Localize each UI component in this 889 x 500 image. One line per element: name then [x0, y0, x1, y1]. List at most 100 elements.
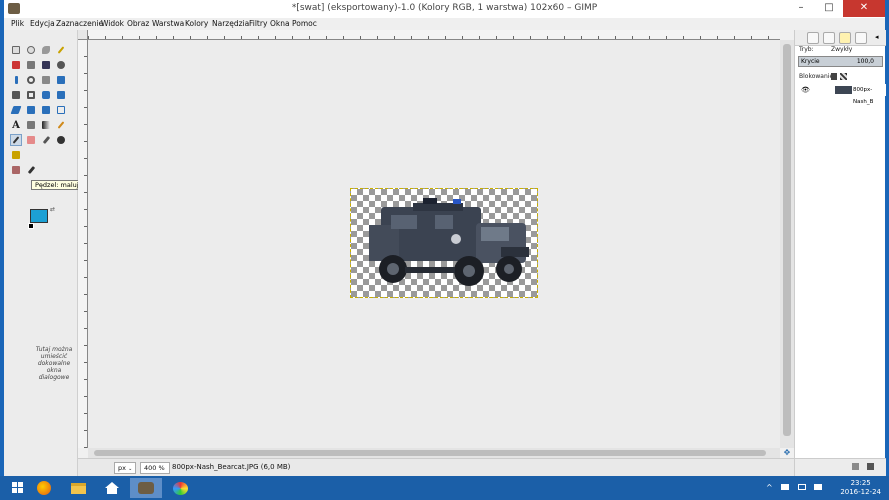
- crop-icon[interactable]: [25, 89, 37, 101]
- layer-row[interactable]: 👁 800px-Nash_B: [795, 84, 886, 105]
- maximize-button[interactable]: □: [815, 0, 843, 17]
- rotate-icon[interactable]: [40, 89, 52, 101]
- opacity-value: 100,0: [856, 58, 874, 65]
- duplicate-layer-icon[interactable]: [852, 463, 859, 470]
- house-icon: [105, 482, 119, 494]
- dock-tabs: ◂: [795, 30, 886, 46]
- dock-hint-text: Tutaj można umieścić dokowalne okna dial…: [35, 346, 73, 381]
- unit-select[interactable]: px ⌄: [114, 462, 136, 474]
- pencil-icon[interactable]: [55, 119, 67, 131]
- fuzzy-select-icon[interactable]: [55, 44, 67, 56]
- tab-paths[interactable]: [839, 32, 851, 44]
- horizontal-scroll-thumb[interactable]: [94, 450, 766, 456]
- foreground-select-icon[interactable]: [40, 59, 52, 71]
- home-icon[interactable]: [96, 478, 128, 498]
- tab-channels[interactable]: [823, 32, 835, 44]
- minimize-button[interactable]: –: [787, 0, 815, 17]
- move-icon[interactable]: [55, 74, 67, 86]
- lock-alpha-icon[interactable]: [840, 73, 847, 80]
- text-tool-icon[interactable]: A: [10, 119, 22, 131]
- armored-vehicle-image: [369, 198, 529, 286]
- blend-icon[interactable]: [40, 119, 52, 131]
- eraser-icon[interactable]: [25, 134, 37, 146]
- vertical-ruler[interactable]: [78, 40, 88, 448]
- paintbrush-icon[interactable]: [10, 134, 22, 146]
- free-select-icon[interactable]: [40, 44, 52, 56]
- opacity-slider[interactable]: Krycie 100,0: [798, 56, 883, 67]
- ellipse-select-icon[interactable]: [25, 44, 37, 56]
- quick-mask-corner[interactable]: [78, 30, 88, 40]
- horizontal-scrollbar[interactable]: [88, 448, 780, 458]
- scissors-icon[interactable]: [25, 59, 37, 71]
- menu-image[interactable]: Obraz: [127, 19, 149, 28]
- clock-date: 2016-12-24: [840, 488, 881, 496]
- firefox-icon[interactable]: [28, 478, 60, 498]
- opacity-label: Krycie: [801, 58, 820, 65]
- navigate-icon[interactable]: ✥: [780, 448, 794, 458]
- menu-edit[interactable]: Edycja: [30, 19, 55, 28]
- tray-chevron-icon[interactable]: ^: [766, 483, 773, 492]
- airbrush-icon[interactable]: [40, 134, 52, 146]
- ink-icon[interactable]: [55, 134, 67, 146]
- menu-help[interactable]: Pomoc: [292, 19, 317, 28]
- shear-icon[interactable]: [10, 104, 22, 116]
- flip-icon[interactable]: [40, 104, 52, 116]
- vertical-scrollbar[interactable]: [780, 40, 794, 448]
- eye-icon[interactable]: 👁: [801, 84, 810, 96]
- canvas-viewport[interactable]: [88, 40, 780, 448]
- menu-colors[interactable]: Kolory: [185, 19, 208, 28]
- paint-app-icon[interactable]: [164, 478, 196, 498]
- zoom-select[interactable]: 400 % ⌄: [140, 462, 170, 482]
- menu-view[interactable]: Widok: [101, 19, 124, 28]
- clock[interactable]: 23:25 2016-12-24: [840, 479, 881, 497]
- file-explorer-icon[interactable]: [62, 478, 94, 498]
- layer-name[interactable]: 800px-Nash_B: [853, 84, 886, 108]
- rect-select-icon[interactable]: [10, 44, 22, 56]
- battery-icon[interactable]: [797, 484, 806, 490]
- align-icon[interactable]: [10, 89, 22, 101]
- vertical-scroll-thumb[interactable]: [783, 44, 791, 436]
- menu-file[interactable]: Plik: [11, 19, 24, 28]
- default-colors-icon[interactable]: [28, 223, 34, 229]
- paths-icon[interactable]: [55, 59, 67, 71]
- delete-layer-icon[interactable]: [867, 463, 874, 470]
- menu-layer[interactable]: Warstwa: [152, 19, 184, 28]
- chevron-down-icon: ⌄: [128, 466, 133, 472]
- gimp-taskbar-icon[interactable]: [130, 478, 162, 498]
- swap-colors-icon[interactable]: ⇄: [50, 206, 55, 213]
- file-info: 800px-Nash_Bearcat.JPG (6,0 MB): [172, 463, 291, 471]
- dodge-burn-icon[interactable]: [25, 164, 37, 176]
- menu-windows[interactable]: Okna: [270, 19, 290, 28]
- image-canvas[interactable]: [350, 188, 538, 298]
- smudge-icon[interactable]: [10, 164, 22, 176]
- image-window: ✥: [78, 30, 794, 458]
- dock-menu-icon[interactable]: ◂: [875, 33, 879, 41]
- close-button[interactable]: ✕: [843, 0, 885, 17]
- mode-label: Tryb:: [799, 46, 814, 53]
- menu-filters[interactable]: Filtry: [249, 19, 267, 28]
- tab-undo-history[interactable]: [855, 32, 867, 44]
- lock-pixels-icon[interactable]: [831, 73, 837, 80]
- keyboard-icon[interactable]: [781, 484, 790, 490]
- title-bar: *[swat] (eksportowany)-1.0 (Kolory RGB, …: [4, 0, 885, 18]
- clone-icon[interactable]: [10, 149, 22, 161]
- measure-icon[interactable]: [40, 74, 52, 86]
- network-icon[interactable]: [814, 484, 823, 490]
- select-by-color-icon[interactable]: [10, 59, 22, 71]
- foreground-color-swatch[interactable]: [30, 209, 48, 223]
- color-picker-icon[interactable]: [10, 74, 22, 86]
- menu-select[interactable]: Zaznaczenie: [56, 19, 103, 28]
- menu-tools[interactable]: Narzędzia: [212, 19, 249, 28]
- perspective-icon[interactable]: [25, 104, 37, 116]
- cage-transform-icon[interactable]: [55, 104, 67, 116]
- horizontal-ruler[interactable]: [88, 30, 780, 40]
- scale-icon[interactable]: [55, 89, 67, 101]
- tab-layers[interactable]: [807, 32, 819, 44]
- dock-footer: [795, 458, 886, 476]
- windows-taskbar: ^ 23:25 2016-12-24: [0, 476, 889, 500]
- mode-select[interactable]: Zwykły: [831, 46, 852, 53]
- clock-time: 23:25: [850, 479, 871, 487]
- bucket-fill-icon[interactable]: [25, 119, 37, 131]
- lock-label: Blokowanie:: [799, 73, 836, 80]
- zoom-icon[interactable]: [25, 74, 37, 86]
